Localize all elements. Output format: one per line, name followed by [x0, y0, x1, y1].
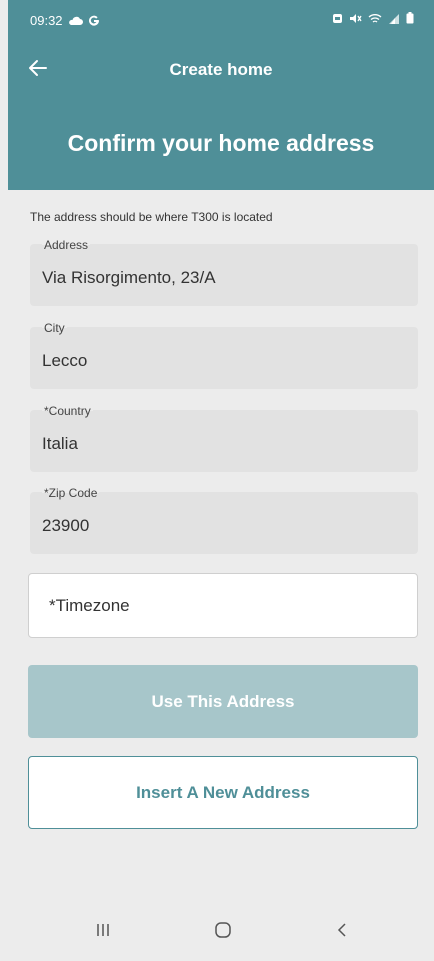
header-region: 09:32 Create home Confirm your home addr… [8, 0, 434, 190]
status-left: 09:32 [30, 13, 100, 28]
wifi-icon [368, 13, 382, 23]
back-nav-icon[interactable] [334, 921, 352, 939]
battery-saver-icon [333, 13, 342, 23]
timezone-select[interactable]: *Timezone [28, 573, 418, 638]
cloud-icon [68, 16, 83, 25]
address-field-label: Address [42, 238, 91, 252]
home-icon[interactable] [214, 921, 232, 939]
address-field-value: Via Risorgimento, 23/A [42, 268, 216, 287]
city-field[interactable]: City Lecco [30, 321, 418, 389]
address-hint: The address should be where T300 is loca… [30, 210, 273, 224]
system-nav-bar [0, 905, 434, 961]
status-bar: 09:32 [8, 0, 434, 36]
signal-icon [389, 13, 399, 24]
zip-code-field-label: *Zip Code [42, 486, 100, 500]
hero-title: Confirm your home address [67, 130, 375, 156]
app-bar: Create home [8, 48, 434, 92]
page-title: Create home [169, 60, 273, 79]
recent-apps-icon[interactable] [94, 921, 112, 939]
insert-new-address-button[interactable]: Insert A New Address [28, 756, 418, 829]
zip-code-field[interactable]: *Zip Code 23900 [30, 486, 418, 554]
timezone-placeholder: *Timezone [49, 596, 130, 615]
battery-icon [406, 12, 414, 24]
city-field-label: City [42, 321, 67, 335]
country-field-label: *Country [42, 404, 93, 418]
use-this-address-button[interactable]: Use This Address [28, 665, 418, 738]
country-field-value: Italia [42, 434, 78, 453]
g-icon [88, 15, 99, 26]
status-time: 09:32 [30, 13, 63, 28]
status-right [332, 12, 414, 24]
mute-icon [350, 13, 362, 23]
country-field[interactable]: *Country Italia [30, 404, 418, 472]
zip-code-field-value: 23900 [42, 516, 90, 535]
address-field[interactable]: Address Via Risorgimento, 23/A [30, 238, 418, 306]
city-field-value: Lecco [42, 351, 88, 370]
